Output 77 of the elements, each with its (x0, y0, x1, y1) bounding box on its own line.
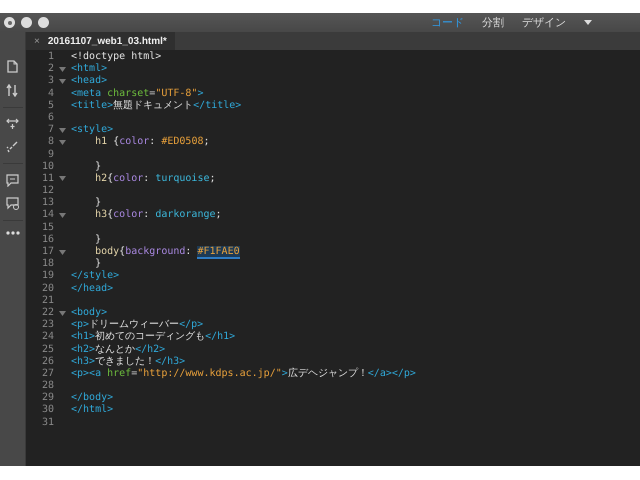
fold-arrow-icon[interactable] (59, 176, 66, 182)
fold-arrow-icon[interactable] (59, 66, 66, 72)
view-tab[interactable]: 分割 (482, 15, 504, 30)
code-line: </body> (71, 392, 114, 404)
code-line: h1 {color: #ED0508; (94, 136, 210, 148)
line-number: 22 (40, 306, 54, 320)
line-number: 2 (46, 63, 54, 76)
expand-icon[interactable] (6, 118, 19, 130)
line-number: 25 (40, 344, 54, 356)
brush-icon[interactable] (6, 140, 19, 153)
line-number: 15 (40, 222, 54, 234)
line-number: 29 (40, 392, 54, 404)
code-line: <h3>できました！</h3> (71, 356, 186, 368)
file-icon[interactable] (6, 60, 18, 74)
line-number: 24 (40, 331, 54, 344)
line-number: 13 (40, 197, 54, 210)
code-line: body{background: #F1FAE0 (94, 246, 240, 258)
caret-icon[interactable] (584, 20, 592, 25)
code-line: </html> (71, 404, 114, 417)
code-line: h2{color: turquoise; (94, 172, 216, 186)
line-number: 28 (40, 380, 54, 392)
sort-arrows-icon[interactable] (6, 84, 19, 97)
code-line: <meta charset="UTF-8"> (71, 88, 204, 100)
line-number: 3 (46, 75, 54, 88)
close-window-button[interactable] (4, 17, 15, 28)
code-line: <p>ドリームウィーバー</p> (71, 319, 204, 330)
line-number: 1 (46, 51, 54, 64)
line-number: 31 (40, 416, 54, 429)
fold-arrow-icon[interactable] (59, 128, 66, 133)
code-line: h3{color: darkorange; (94, 209, 222, 222)
maximize-window-button[interactable] (38, 17, 49, 28)
line-number: 11 (40, 172, 54, 186)
code-line: </head> (71, 282, 114, 295)
code-line: <!doctype html> (71, 51, 162, 63)
line-number: 26 (40, 356, 54, 368)
file-tab[interactable]: × 20161107_web1_03.html* (26, 32, 175, 50)
code-line: } (94, 234, 102, 246)
line-number: 23 (40, 319, 54, 332)
line-number: 16 (40, 234, 54, 246)
code-line: } (94, 160, 102, 173)
code-line: <style> (71, 124, 114, 136)
minimize-window-button[interactable] (21, 17, 32, 28)
line-number: 7 (46, 124, 54, 136)
more-icon[interactable] (6, 231, 20, 235)
line-number: 12 (40, 185, 54, 198)
line-number: 4 (46, 88, 54, 100)
code-line: <title>無題ドキュメント</title> (71, 100, 242, 112)
code-line: } (94, 197, 102, 209)
line-number: 8 (46, 136, 54, 148)
line-number: 20 (40, 282, 54, 295)
line-number: 14 (40, 209, 54, 222)
code-line: } (94, 258, 102, 270)
line-number: 19 (40, 270, 54, 283)
fold-arrow-icon[interactable] (59, 140, 66, 145)
line-number: 18 (40, 258, 54, 270)
comment-icon[interactable] (6, 174, 19, 187)
line-number: 6 (46, 112, 54, 124)
line-number: 9 (46, 148, 54, 161)
code-line: <body> (71, 306, 108, 320)
line-number: 10 (40, 160, 54, 173)
code-line: <html> (71, 63, 108, 75)
fold-arrow-icon[interactable] (59, 250, 66, 255)
fold-arrow-icon[interactable] (59, 310, 66, 316)
code-line: </style> (71, 270, 120, 283)
code-line: <h2>なんとか</h2> (71, 344, 166, 356)
line-number: 27 (40, 368, 54, 380)
line-number: 5 (46, 100, 54, 112)
fold-arrow-icon[interactable] (59, 78, 66, 84)
code-line: <p><a href="http://www.kdps.ac.jp/">広デヘジャンプ！</a></p> (71, 368, 416, 380)
code-line: <h1>初めてのコーディングも</h1> (71, 331, 236, 344)
comment-remove-icon[interactable] (6, 197, 19, 210)
line-number: 21 (40, 294, 54, 307)
code-line: <head> (71, 75, 108, 88)
view-tab[interactable]: デザイン (522, 15, 566, 30)
line-number: 17 (40, 246, 54, 258)
fold-arrow-icon[interactable] (59, 213, 66, 218)
line-number: 30 (40, 404, 54, 417)
